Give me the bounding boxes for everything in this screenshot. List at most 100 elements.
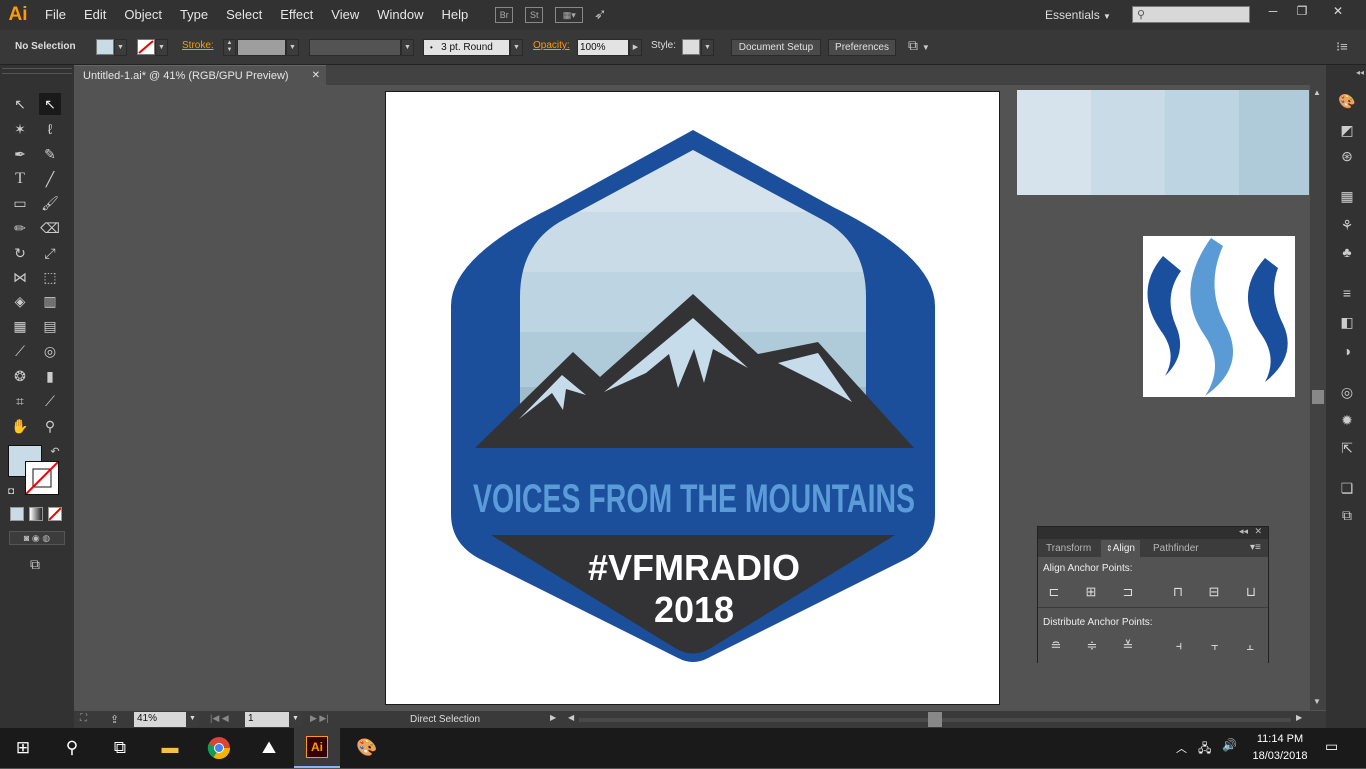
zoom-input[interactable]: 41%	[134, 712, 186, 727]
distribute-bottom-icon[interactable]: ≚	[1120, 638, 1136, 654]
distribute-top-icon[interactable]: ≘	[1048, 638, 1064, 654]
vertical-align-center-icon[interactable]: ⊟	[1206, 584, 1222, 600]
horizontal-align-center-icon[interactable]: ⊞	[1083, 584, 1099, 600]
menu-object[interactable]: Object	[115, 0, 171, 30]
brush-dropdown[interactable]: ▼	[510, 39, 523, 56]
artboard-number-input[interactable]: 1	[245, 712, 289, 727]
gpu-performance-icon[interactable]: ➶	[589, 5, 611, 25]
distribute-right-icon[interactable]: ⫠	[1242, 638, 1258, 654]
distribute-vertical-center-icon[interactable]: ≑	[1084, 638, 1100, 654]
stroke-weight-dropdown[interactable]: ▼	[286, 39, 299, 56]
menu-file[interactable]: File	[36, 0, 75, 30]
free-transform-tool-icon[interactable]: ⬚	[39, 266, 61, 288]
gpu-status-icon[interactable]: ⛶	[80, 713, 87, 724]
toolbar-grip[interactable]	[2, 68, 72, 74]
swatch-2[interactable]	[1091, 90, 1165, 195]
stroke-weight-stepper[interactable]: ▲ ▼	[223, 39, 236, 56]
scroll-thumb[interactable]	[1312, 390, 1324, 404]
panel-menu-icon[interactable]: ▾≡	[1250, 542, 1261, 553]
default-colors-icon[interactable]: ◘	[0, 481, 22, 503]
tray-chevron-icon[interactable]: ︿	[1176, 740, 1187, 756]
share-icon[interactable]: ⇪	[110, 713, 119, 726]
gradient-tool-icon[interactable]: ▤	[39, 315, 61, 337]
zoom-tool-icon[interactable]: ⚲	[39, 415, 61, 437]
selection-tool-icon[interactable]: ↖	[9, 93, 31, 115]
clock-time[interactable]: 11:14 PM	[1250, 733, 1310, 745]
network-icon[interactable]: 🖧	[1198, 739, 1211, 760]
asset-export-icon[interactable]: ⇱	[1338, 439, 1356, 457]
vertical-scrollbar[interactable]: ▲ ▼	[1310, 85, 1326, 710]
photos-icon[interactable]: ⛰	[255, 734, 283, 762]
artboard-dropdown[interactable]: ▼	[289, 712, 302, 727]
stroke-dropdown[interactable]: ▼	[155, 39, 168, 56]
bridge-icon[interactable]: Br	[495, 7, 514, 23]
tab-align[interactable]: ⇕Align	[1101, 540, 1140, 557]
symbol-sprayer-tool-icon[interactable]: ❂	[9, 365, 31, 387]
column-graph-tool-icon[interactable]: ▮	[39, 365, 61, 387]
collapse-panel-icon[interactable]: ◂◂	[1239, 526, 1248, 537]
lasso-tool-icon[interactable]: ℓ	[39, 118, 61, 140]
preferences-button[interactable]: Preferences	[828, 39, 896, 56]
menu-view[interactable]: View	[322, 0, 368, 30]
slice-tool-icon[interactable]: ⟋	[39, 390, 61, 412]
stock-icon[interactable]: St	[525, 7, 544, 23]
steem-logo-image[interactable]	[1143, 236, 1295, 397]
swatches-icon[interactable]: ▦	[1338, 187, 1356, 205]
menu-effect[interactable]: Effect	[271, 0, 322, 30]
artboards-icon[interactable]: ⧉	[1338, 506, 1356, 524]
fill-dropdown[interactable]: ▼	[114, 39, 127, 56]
rotate-tool-icon[interactable]: ↻	[9, 242, 31, 264]
document-setup-button[interactable]: Document Setup	[731, 39, 821, 56]
restore-button[interactable]: ❐	[1290, 4, 1314, 20]
scroll-right-icon[interactable]: ▶	[1296, 713, 1302, 722]
scale-tool-icon[interactable]: ⤢	[39, 242, 61, 264]
opacity-label[interactable]: Opacity:	[533, 40, 570, 51]
swatch-1[interactable]	[1017, 90, 1091, 195]
symbols-icon[interactable]: ♣	[1338, 243, 1356, 261]
profile-dropdown[interactable]: ▼	[401, 39, 414, 56]
arrange-documents-icon[interactable]: ▦▾	[555, 7, 584, 23]
magic-wand-tool-icon[interactable]: ✶	[9, 118, 31, 140]
menu-edit[interactable]: Edit	[75, 0, 115, 30]
vertical-align-top-icon[interactable]: ⊓	[1170, 584, 1186, 600]
stroke-color-box[interactable]	[25, 461, 59, 495]
swatch-4[interactable]	[1239, 90, 1309, 195]
scroll-down-icon[interactable]: ▼	[1313, 697, 1321, 706]
horizontal-align-right-icon[interactable]: ⊐	[1120, 584, 1136, 600]
mesh-tool-icon[interactable]: ▦	[9, 315, 31, 337]
tab-transform[interactable]: Transform	[1041, 540, 1096, 557]
appearance-icon[interactable]: ◎	[1338, 383, 1356, 401]
color-palette-icon[interactable]: 🎨	[1338, 92, 1356, 110]
brush-definition[interactable]: • 3 pt. Round	[423, 39, 510, 56]
arrange-icon[interactable]: ⧉ ▼	[908, 37, 930, 54]
shape-builder-tool-icon[interactable]: ◈	[9, 290, 31, 312]
distribute-left-icon[interactable]: ⫞	[1171, 638, 1187, 654]
stroke-weight-input[interactable]	[237, 39, 286, 56]
minimize-button[interactable]: ─	[1261, 4, 1285, 20]
volume-icon[interactable]: 🔊	[1222, 738, 1237, 752]
drawing-modes-icon[interactable]: ◙ ◉ ◍	[9, 531, 65, 545]
graphic-style-swatch[interactable]	[682, 39, 700, 55]
eyedropper-tool-icon[interactable]: ⟋	[9, 340, 31, 362]
workspace-switcher[interactable]: Essentials ▼	[1045, 8, 1111, 22]
paint-icon[interactable]: 🎨	[353, 734, 381, 762]
gradient-panel-icon[interactable]: ◧	[1338, 313, 1356, 331]
direct-selection-tool-icon[interactable]: ↖	[39, 93, 61, 115]
close-panel-icon[interactable]: ✕	[1254, 526, 1262, 537]
graphic-style-dropdown[interactable]: ▼	[701, 39, 714, 56]
last-artboard-icon[interactable]: ▶ ▶|	[310, 713, 329, 724]
menu-help[interactable]: Help	[432, 0, 477, 30]
swatch-3[interactable]	[1165, 90, 1239, 195]
scroll-left-icon[interactable]: ◀	[568, 713, 574, 722]
color-mode-icon[interactable]	[10, 507, 24, 521]
line-segment-tool-icon[interactable]: ╱	[39, 168, 61, 190]
vertical-align-bottom-icon[interactable]: ⊔	[1243, 584, 1259, 600]
document-tab[interactable]: Untitled-1.ai* @ 41% (RGB/GPU Preview) ✕	[74, 65, 326, 85]
pen-tool-icon[interactable]: ✒	[9, 143, 31, 165]
distribute-horizontal-center-icon[interactable]: ⫟	[1207, 638, 1223, 654]
rectangle-tool-icon[interactable]: ▭	[9, 192, 31, 214]
clock-date[interactable]: 18/03/2018	[1250, 750, 1310, 762]
paintbrush-tool-icon[interactable]: 🖌	[39, 192, 61, 214]
change-screen-mode-icon[interactable]: ⧉	[24, 553, 46, 575]
search-taskbar-icon[interactable]: ⚲	[58, 734, 86, 762]
